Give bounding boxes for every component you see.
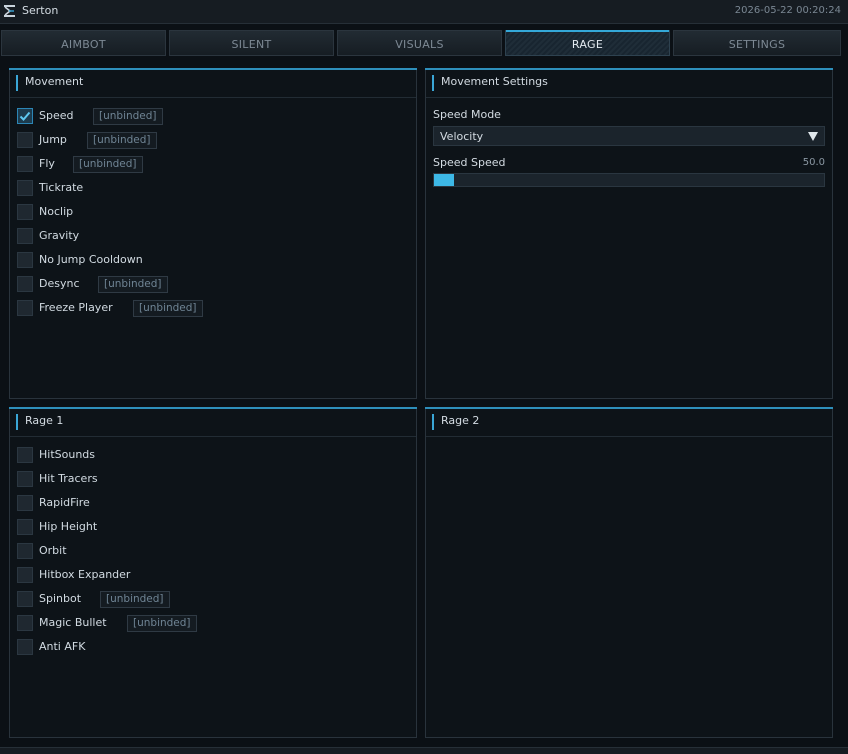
checkbox[interactable]	[17, 495, 33, 511]
keybind-button[interactable]: [unbinded]	[127, 615, 197, 632]
checkbox[interactable]	[17, 108, 33, 124]
checkbox[interactable]	[17, 567, 33, 583]
checkbox[interactable]	[17, 447, 33, 463]
toggle-label: Hip Height	[39, 520, 98, 533]
toggle-label: Magic Bullet	[39, 616, 107, 629]
checkbox[interactable]	[17, 471, 33, 487]
rage1-panel: Rage 1 HitSounds Hit Tracers RapidFire H…	[9, 407, 417, 738]
toggle-label: Hit Tracers	[39, 472, 98, 485]
keybind-button[interactable]: [unbinded]	[98, 276, 168, 293]
panel-title: Rage 2	[441, 414, 480, 427]
tab-visuals[interactable]: VISUALS	[337, 30, 502, 56]
panel-title: Movement	[25, 75, 84, 88]
keybind-button[interactable]: [unbinded]	[87, 132, 157, 149]
checkbox[interactable]	[17, 276, 33, 292]
toggle-label: Fly	[39, 157, 55, 170]
header-accent	[16, 414, 18, 430]
panel-header: Movement	[10, 69, 416, 98]
toggle-label: Desync	[39, 277, 80, 290]
slider-fill	[434, 174, 454, 186]
tab-aimbot[interactable]: AIMBOT	[1, 30, 166, 56]
panel-header: Rage 2	[426, 408, 832, 437]
speed-speed-value: 50.0	[802, 157, 825, 168]
caret-down-icon	[808, 132, 818, 141]
checkmark-icon	[19, 111, 31, 121]
toggle-label: Spinbot	[39, 592, 82, 605]
checkbox[interactable]	[17, 228, 33, 244]
speed-speed-slider[interactable]	[433, 173, 825, 187]
toggle-label: RapidFire	[39, 496, 90, 509]
keybind-button[interactable]: [unbinded]	[133, 300, 203, 317]
keybind-button[interactable]: [unbinded]	[100, 591, 170, 608]
speed-speed-label: Speed Speed	[433, 156, 506, 169]
checkbox[interactable]	[17, 156, 33, 172]
panel-title: Rage 1	[25, 414, 64, 427]
header-accent	[432, 75, 434, 91]
app-logo-icon	[4, 5, 15, 17]
toggle-label: Jump	[39, 133, 67, 146]
checkbox[interactable]	[17, 591, 33, 607]
keybind-button[interactable]: [unbinded]	[93, 108, 163, 125]
toggle-label: Tickrate	[39, 181, 84, 194]
toggle-label: Freeze Player	[39, 301, 113, 314]
rage2-panel: Rage 2	[425, 407, 833, 738]
checkbox[interactable]	[17, 543, 33, 559]
toggle-label: Anti AFK	[39, 640, 86, 653]
title-bar: Serton 2026-05-22 00:20:24	[0, 0, 848, 24]
footer-bar	[0, 747, 848, 754]
speed-mode-dropdown[interactable]: Velocity	[433, 126, 825, 146]
speed-mode-label: Speed Mode	[433, 108, 501, 121]
toggle-label: Speed	[39, 109, 74, 122]
checkbox[interactable]	[17, 615, 33, 631]
tab-rage[interactable]: RAGE	[505, 30, 670, 56]
toggle-label: Gravity	[39, 229, 80, 242]
window-title: Serton	[22, 4, 59, 17]
checkbox[interactable]	[17, 252, 33, 268]
checkbox[interactable]	[17, 180, 33, 196]
header-accent	[432, 414, 434, 430]
panel-header: Movement Settings	[426, 69, 832, 98]
checkbox[interactable]	[17, 519, 33, 535]
checkbox[interactable]	[17, 639, 33, 655]
checkbox[interactable]	[17, 300, 33, 316]
toggle-label: Orbit	[39, 544, 67, 557]
toggle-label: Noclip	[39, 205, 74, 218]
keybind-button[interactable]: [unbinded]	[73, 156, 143, 173]
dropdown-value: Velocity	[440, 130, 484, 143]
tab-settings[interactable]: SETTINGS	[673, 30, 841, 56]
checkbox[interactable]	[17, 204, 33, 220]
header-accent	[16, 75, 18, 91]
tab-silent[interactable]: SILENT	[169, 30, 334, 56]
toggle-label: Hitbox Expander	[39, 568, 131, 581]
toggle-label: No Jump Cooldown	[39, 253, 143, 266]
timestamp: 2026-05-22 00:20:24	[734, 5, 841, 16]
tab-bar: AIMBOT SILENT VISUALS RAGE SETTINGS	[0, 30, 848, 57]
panel-header: Rage 1	[10, 408, 416, 437]
movement-panel: Movement Speed [unbinded] Jump [unbinded…	[9, 68, 417, 399]
toggle-label: HitSounds	[39, 448, 96, 461]
movement-settings-panel: Movement Settings Speed Mode Velocity Sp…	[425, 68, 833, 399]
panel-title: Movement Settings	[441, 75, 548, 88]
checkbox[interactable]	[17, 132, 33, 148]
